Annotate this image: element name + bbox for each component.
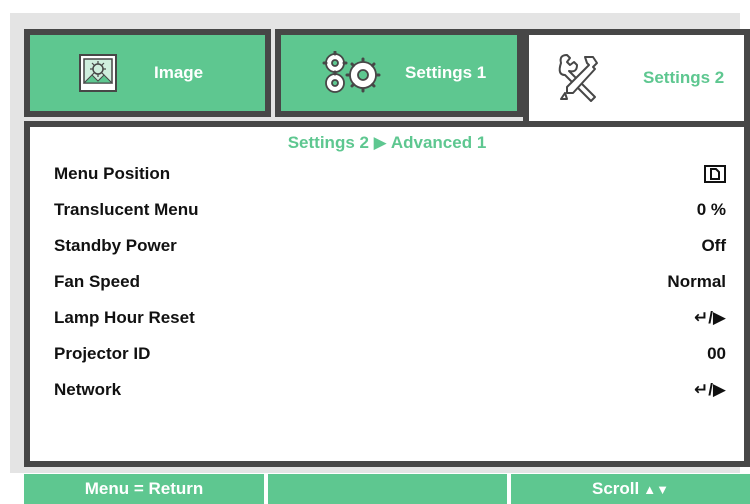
footer-menu-return: Menu = Return: [24, 474, 264, 504]
menu-item-value: Normal: [667, 272, 726, 291]
menu-item-label: Network: [54, 380, 122, 399]
menu-item-standby-power[interactable]: Standby Power Off: [54, 231, 726, 261]
menu-item-label: Fan Speed: [54, 272, 140, 291]
enter-arrow-icon: ↵/▶: [693, 308, 726, 327]
tab-settings-1[interactable]: Settings 1: [275, 29, 523, 117]
footer-scroll: Scroll ▲▼: [511, 474, 750, 504]
footer-middle: [268, 474, 507, 504]
tab-settings-1-label: Settings 1: [405, 63, 487, 82]
enter-arrow-icon: ↵/▶: [693, 380, 726, 399]
osd-panel: Image Settings 1 Settings 2 Settings 2 ▶…: [10, 13, 750, 504]
footer-right-label: Scroll: [592, 479, 640, 498]
image-icon: [79, 54, 117, 92]
tab-settings-2-label: Settings 2: [643, 68, 725, 87]
tab-image-label: Image: [154, 63, 204, 82]
tab-image[interactable]: Image: [24, 29, 271, 117]
menu-item-label: Menu Position: [54, 164, 171, 183]
scroll-arrows-icon: ▲▼: [643, 481, 669, 497]
breadcrumb: Settings 2 ▶ Advanced 1: [287, 133, 487, 152]
menu-item-label: Standby Power: [54, 236, 177, 255]
menu-item-label: Projector ID: [54, 344, 151, 363]
footer-left-label: Menu = Return: [84, 479, 204, 498]
menu-item-value: Off: [701, 236, 726, 255]
menu-item-fan-speed[interactable]: Fan Speed Normal: [54, 267, 726, 297]
menu-item-label: Translucent Menu: [54, 200, 199, 219]
gears-icon: [322, 51, 381, 93]
menu-item-network[interactable]: Network ↵/▶: [54, 375, 726, 405]
menu-item-value: 00: [707, 344, 726, 363]
tools-icon: [558, 54, 598, 102]
menu-item-translucent-menu[interactable]: Translucent Menu 0 %: [54, 195, 726, 225]
menu-item-lamp-hour-reset[interactable]: Lamp Hour Reset ↵/▶: [54, 303, 726, 333]
menu-item-value: 0 %: [696, 200, 726, 219]
tab-settings-2[interactable]: Settings 2: [523, 29, 750, 121]
menu-content: Settings 2 ▶ Advanced 1 Menu Position Tr…: [24, 121, 750, 467]
menu-position-icon: [704, 165, 726, 183]
menu-item-projector-id[interactable]: Projector ID 00: [54, 339, 726, 369]
menu-item-label: Lamp Hour Reset: [54, 308, 195, 327]
menu-item-menu-position[interactable]: Menu Position: [54, 159, 726, 189]
